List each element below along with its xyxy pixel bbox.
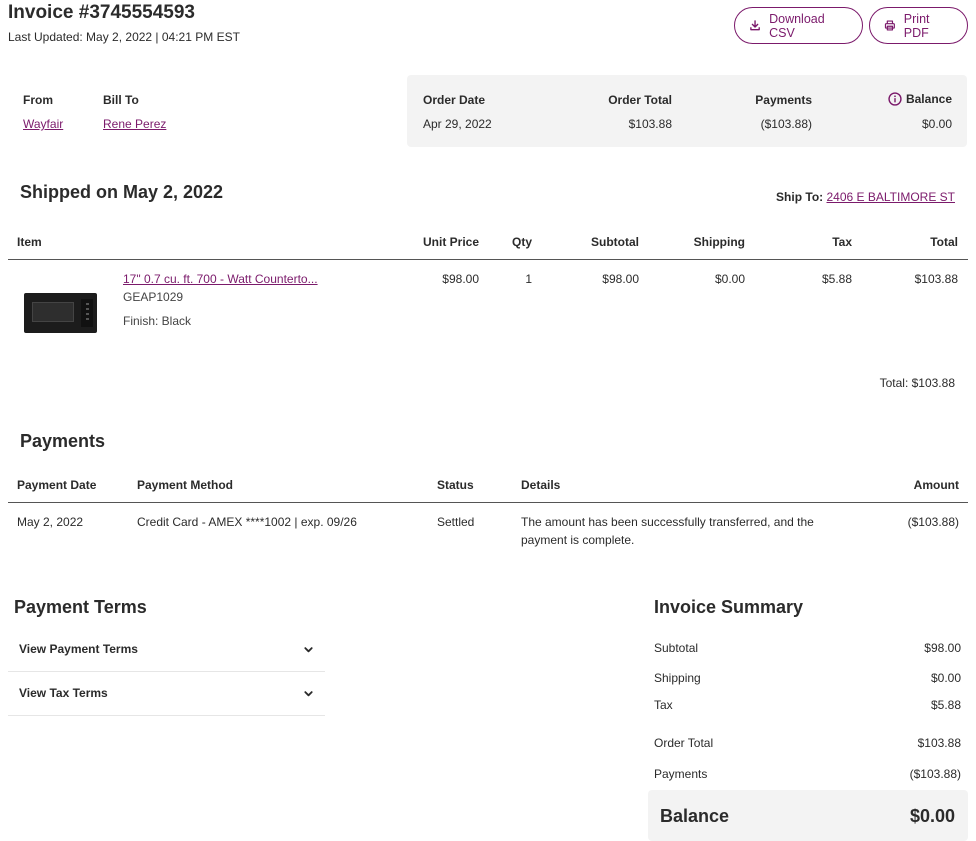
- col-status: Status: [437, 478, 474, 492]
- col-subtotal: Subtotal: [591, 235, 639, 249]
- payment-details-line1: The amount has been successfully transfe…: [521, 515, 814, 529]
- view-payment-terms-label: View Payment Terms: [19, 642, 138, 656]
- summary-subtotal-label: Subtotal: [654, 641, 699, 655]
- bill-to-label: Bill To: [103, 93, 139, 107]
- summary-payments-value: ($103.88): [909, 767, 961, 781]
- payment-terms-title: Payment Terms: [14, 597, 147, 617]
- terms-divider: [8, 715, 325, 716]
- balance-value: $0.00: [921, 117, 952, 131]
- view-payment-terms-toggle[interactable]: View Payment Terms: [8, 627, 325, 671]
- ship-to-label: Ship To:: [776, 190, 824, 204]
- payment-status: Settled: [437, 515, 475, 529]
- order-total-value: $103.88: [628, 117, 672, 131]
- summary-balance-value: $0.00: [909, 806, 955, 826]
- col-item: Item: [17, 235, 42, 249]
- summary-tax-value: $5.88: [930, 698, 961, 712]
- order-summary-panel: [407, 75, 967, 147]
- summary-payments-label: Payments: [654, 767, 708, 781]
- from-link[interactable]: Wayfair: [23, 117, 63, 131]
- bill-to-link[interactable]: Rene Perez: [103, 117, 166, 131]
- summary-subtotal-value: $98.00: [924, 641, 961, 655]
- item-unit-price: $98.00: [442, 272, 479, 286]
- summary-balance-label: Balance: [660, 806, 730, 826]
- shipment-grand-total: Total: $103.88: [879, 376, 955, 390]
- summary-order-total-label: Order Total: [654, 736, 714, 750]
- print-pdf-button[interactable]: Print PDF: [869, 7, 968, 44]
- last-updated: Last Updated: May 2, 2022 | 04:21 PM EST: [8, 30, 240, 44]
- summary-shipping-value: $0.00: [930, 671, 961, 685]
- order-date-value: Apr 29, 2022: [423, 117, 492, 131]
- download-csv-label: Download CSV: [769, 11, 825, 40]
- product-name-link[interactable]: 17" 0.7 cu. ft. 700 - Watt Countertо...: [123, 272, 318, 286]
- shipment-table-divider: [8, 259, 968, 260]
- payment-date: May 2, 2022: [17, 515, 84, 529]
- shipment-title: Shipped on May 2, 2022: [20, 182, 224, 202]
- product-finish: Finish: Black: [123, 314, 192, 328]
- summary-tax-label: Tax: [654, 698, 673, 712]
- order-total-label: Order Total: [608, 93, 672, 107]
- col-amount: Amount: [913, 478, 959, 492]
- item-shipping: $0.00: [714, 272, 745, 286]
- col-qty: Qty: [511, 235, 532, 249]
- printer-icon: [884, 20, 895, 31]
- invoice-summary-title: Invoice Summary: [654, 597, 804, 617]
- chevron-down-icon: [304, 690, 313, 696]
- view-tax-terms-label: View Tax Terms: [19, 686, 108, 700]
- summary-shipping-label: Shipping: [654, 671, 701, 685]
- download-csv-button[interactable]: Download CSV: [734, 7, 863, 44]
- col-details: Details: [521, 478, 561, 492]
- product-sku: GEAP1029: [123, 290, 184, 304]
- payment-method: Credit Card - AMEX ****1002 | exp. 09/26: [137, 515, 357, 529]
- order-date-label: Order Date: [423, 93, 486, 107]
- col-shipping: Shipping: [693, 235, 745, 249]
- invoice-title: Invoice #3745554593: [8, 2, 195, 23]
- item-tax: $5.88: [821, 272, 852, 286]
- info-icon[interactable]: [888, 92, 902, 106]
- from-label: From: [23, 93, 53, 107]
- col-tax: Tax: [832, 235, 852, 249]
- item-qty: 1: [525, 272, 532, 286]
- item-subtotal: $98.00: [602, 272, 639, 286]
- product-image[interactable]: [24, 293, 97, 333]
- payment-amount: ($103.88): [907, 515, 959, 529]
- ship-to: Ship To: 2406 E BALTIMORE ST: [776, 190, 955, 204]
- col-payment-method: Payment Method: [137, 478, 234, 492]
- balance-header: Balance: [888, 92, 952, 106]
- ship-to-address-link[interactable]: 2406 E BALTIMORE ST: [827, 190, 956, 204]
- payments-table-divider: [8, 502, 968, 503]
- col-total: Total: [930, 235, 958, 249]
- item-total: $103.88: [914, 272, 958, 286]
- view-tax-terms-toggle[interactable]: View Tax Terms: [8, 671, 325, 715]
- col-payment-date: Payment Date: [17, 478, 97, 492]
- summary-order-total-value: $103.88: [917, 736, 961, 750]
- balance-label: Balance: [905, 92, 952, 106]
- chevron-down-icon: [304, 646, 313, 652]
- payments-value: ($103.88): [760, 117, 812, 131]
- col-unit-price: Unit Price: [422, 235, 479, 249]
- payment-details-line2: payment is complete.: [521, 533, 635, 547]
- payments-label: Payments: [755, 93, 812, 107]
- payments-title: Payments: [20, 431, 106, 451]
- download-icon: [750, 20, 760, 31]
- print-pdf-label: Print PDF: [903, 11, 930, 40]
